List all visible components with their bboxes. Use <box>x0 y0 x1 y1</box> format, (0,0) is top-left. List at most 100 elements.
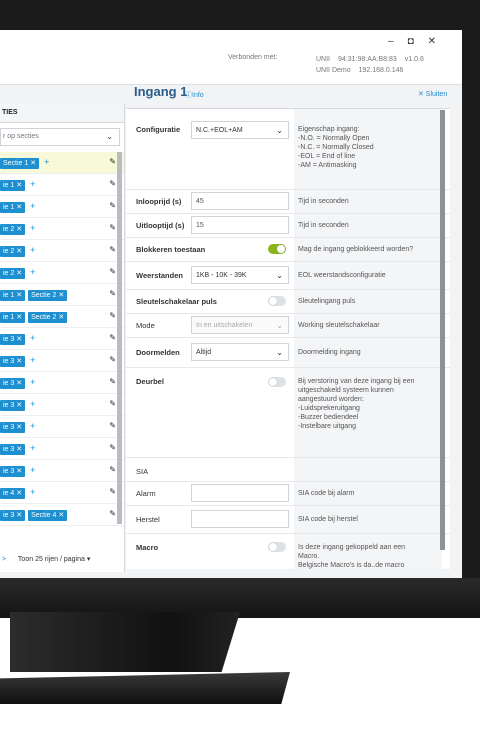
add-section-button[interactable]: + <box>30 443 35 453</box>
add-section-button[interactable]: + <box>30 245 35 255</box>
close-window-icon[interactable]: ✕ <box>428 36 450 47</box>
add-section-button[interactable]: + <box>30 421 35 431</box>
inputs-list: Sectie 1 ✕ + ✎ ie 1 ✕ + ✎ ie 1 ✕ + ✎ ie 2 ✕ + ✎ ie 2… <box>0 152 124 526</box>
add-section-button[interactable]: + <box>30 267 35 277</box>
list-item[interactable]: ie 1 ✕ Sectie 2 ✕ ✎ <box>0 284 124 306</box>
section-tag[interactable]: ie 1 ✕ <box>0 180 26 191</box>
doormelden-select[interactable]: Altijd ⌄ <box>191 343 289 361</box>
list-item[interactable]: ie 3 ✕ + ✎ <box>0 438 124 460</box>
section-tag[interactable]: ie 3 ✕ <box>0 444 26 455</box>
section-tag[interactable]: ie 3 ✕ <box>0 400 26 411</box>
alarm-input[interactable] <box>191 484 289 502</box>
section-tag[interactable]: Sectie 1 ✕ <box>0 158 40 169</box>
edit-icon[interactable]: ✎ <box>109 421 116 430</box>
list-item[interactable]: Sectie 1 ✕ + ✎ <box>0 152 124 174</box>
edit-icon[interactable]: ✎ <box>109 465 116 474</box>
edit-icon[interactable]: ✎ <box>109 399 116 408</box>
edit-icon[interactable]: ✎ <box>109 333 116 342</box>
desc-line: Belgische Macro's is da..de macro <box>298 562 405 569</box>
list-item[interactable]: ie 3 ✕ + ✎ <box>0 372 124 394</box>
edit-icon[interactable]: ✎ <box>109 267 116 276</box>
edit-icon[interactable]: ✎ <box>109 509 116 518</box>
info-link[interactable]: ⓘInfo <box>185 90 204 100</box>
title-bar: –◘✕ Verbonden met: UNII 94:31:98:AA:B8:83… <box>0 30 462 85</box>
section-tag[interactable]: ie 2 ✕ <box>0 246 26 257</box>
add-section-button[interactable]: + <box>44 157 49 167</box>
sleutel-description: Sleutelingang puls <box>298 298 356 305</box>
list-item[interactable]: ie 3 ✕ + ✎ <box>0 460 124 482</box>
section-tag[interactable]: ie 3 ✕ <box>0 334 26 345</box>
section-tag[interactable]: ie 3 ✕ <box>0 378 26 389</box>
section-tag[interactable]: ie 1 ✕ <box>0 312 26 323</box>
add-section-button[interactable]: + <box>30 223 35 233</box>
herstel-input[interactable] <box>191 510 289 528</box>
deurbel-toggle[interactable] <box>268 377 286 387</box>
configuratie-select[interactable]: N.C.+EOL+AM ⌄ <box>191 121 289 139</box>
uitloop-description: Tijd in seconden <box>298 222 349 229</box>
section-tag[interactable]: Sectie 2 ✕ <box>28 312 68 323</box>
window-controls[interactable]: –◘✕ <box>388 36 450 47</box>
list-item[interactable]: ie 3 ✕ + ✎ <box>0 350 124 372</box>
list-item[interactable]: ie 3 ✕ + ✎ <box>0 328 124 350</box>
weerstanden-select[interactable]: 1KB - 10K - 39K ⌄ <box>191 266 289 284</box>
add-section-button[interactable]: + <box>30 399 35 409</box>
close-button[interactable]: ✕ Sluiten <box>418 90 447 98</box>
section-tag[interactable]: Sectie 4 ✕ <box>28 510 68 521</box>
list-item[interactable]: ie 3 ✕ + ✎ <box>0 416 124 438</box>
list-item[interactable]: ie 3 ✕ Sectie 4 ✕ ✎ <box>0 504 124 526</box>
list-item[interactable]: ie 2 ✕ + ✎ <box>0 218 124 240</box>
section-filter-select[interactable]: r op secties ⌄ <box>0 128 120 146</box>
section-tag[interactable]: ie 4 ✕ <box>0 488 26 499</box>
list-item[interactable]: ie 2 ✕ + ✎ <box>0 262 124 284</box>
add-section-button[interactable]: + <box>30 377 35 387</box>
blokkeren-toggle[interactable] <box>268 244 286 254</box>
row-weerstanden: Weerstanden 1KB - 10K - 39K ⌄ EOL weersta… <box>126 261 450 290</box>
uitloop-input[interactable]: 15 <box>191 216 289 234</box>
edit-icon[interactable]: ✎ <box>109 377 116 386</box>
add-section-button[interactable]: + <box>30 465 35 475</box>
list-item[interactable]: ie 1 ✕ + ✎ <box>0 196 124 218</box>
add-section-button[interactable]: + <box>30 179 35 189</box>
list-item[interactable]: ie 2 ✕ + ✎ <box>0 240 124 262</box>
add-section-button[interactable]: + <box>30 487 35 497</box>
edit-icon[interactable]: ✎ <box>109 487 116 496</box>
add-section-button[interactable]: + <box>30 355 35 365</box>
sleutel-toggle[interactable] <box>268 296 286 306</box>
sections-column-header: TIES <box>0 104 124 123</box>
add-section-button[interactable]: + <box>30 333 35 343</box>
section-tag[interactable]: ie 1 ✕ <box>0 202 26 213</box>
edit-icon[interactable]: ✎ <box>109 223 116 232</box>
section-tag[interactable]: ie 2 ✕ <box>0 224 26 235</box>
section-tag[interactable]: ie 3 ✕ <box>0 466 26 477</box>
form-scrollbar[interactable] <box>440 110 445 550</box>
list-item[interactable]: ie 1 ✕ Sectie 2 ✕ ✎ <box>0 306 124 328</box>
edit-icon[interactable]: ✎ <box>109 201 116 210</box>
macro-toggle[interactable] <box>268 542 286 552</box>
inloop-input[interactable]: 45 <box>191 192 289 210</box>
minimize-icon[interactable]: – <box>388 36 408 47</box>
add-section-button[interactable]: + <box>30 201 35 211</box>
edit-icon[interactable]: ✎ <box>109 355 116 364</box>
section-tag[interactable]: ie 3 ✕ <box>0 422 26 433</box>
edit-icon[interactable]: ✎ <box>109 311 116 320</box>
edit-icon[interactable]: ✎ <box>109 179 116 188</box>
section-tag[interactable]: ie 1 ✕ <box>0 290 26 301</box>
maximize-icon[interactable]: ◘ <box>408 36 428 47</box>
configuratie-description: Eigenschap ingang: -N.O. = Normally Open… <box>298 125 374 170</box>
next-page-button[interactable]: > <box>2 556 6 563</box>
section-tag[interactable]: ie 2 ✕ <box>0 268 26 279</box>
list-item[interactable]: ie 1 ✕ + ✎ <box>0 174 124 196</box>
edit-icon[interactable]: ✎ <box>109 245 116 254</box>
section-tag[interactable]: Sectie 2 ✕ <box>28 290 68 301</box>
list-item[interactable]: ie 4 ✕ + ✎ <box>0 482 124 504</box>
list-item[interactable]: ie 3 ✕ + ✎ <box>0 394 124 416</box>
list-scrollbar[interactable] <box>117 152 122 524</box>
section-tag[interactable]: ie 3 ✕ <box>0 510 26 521</box>
section-tag[interactable]: ie 3 ✕ <box>0 356 26 367</box>
deurbel-description: Bij verstoring van deze ingang bij een u… <box>298 377 414 431</box>
edit-icon[interactable]: ✎ <box>109 289 116 298</box>
rows-per-page-select[interactable]: 25 rijen / pagina ▾ <box>35 556 90 563</box>
mode-select[interactable]: In en uitschakelen ⌄ <box>191 316 289 334</box>
edit-icon[interactable]: ✎ <box>109 443 116 452</box>
edit-icon[interactable]: ✎ <box>109 157 116 166</box>
